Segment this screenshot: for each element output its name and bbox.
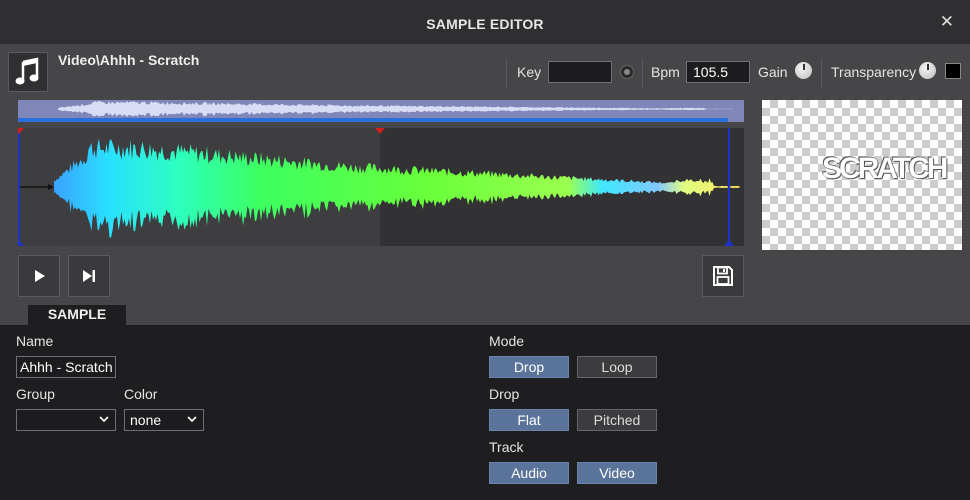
save-button[interactable] <box>702 255 744 297</box>
file-name: Video\Ahhh - Scratch <box>58 52 200 68</box>
chevron-down-icon <box>99 416 109 423</box>
mode-drop-button[interactable]: Drop <box>489 356 569 378</box>
color-value: none <box>130 412 162 428</box>
separator <box>506 58 507 88</box>
transparency-knob[interactable] <box>919 62 936 79</box>
gain-label: Gain <box>758 64 788 80</box>
separator <box>821 58 822 88</box>
key-detect-button[interactable] <box>620 65 634 79</box>
color-label: Color <box>124 386 158 402</box>
track-video-button[interactable]: Video <box>577 462 657 484</box>
sample-type-button[interactable] <box>8 52 48 92</box>
skip-to-end-button[interactable] <box>68 255 110 297</box>
bpm-input[interactable] <box>686 61 750 83</box>
video-preview: SCRATCH <box>762 100 962 250</box>
group-label: Group <box>16 386 55 402</box>
mode-loop-button[interactable]: Loop <box>577 356 657 378</box>
color-select[interactable]: none <box>124 409 204 431</box>
window-title: SAMPLE EDITOR <box>426 16 544 32</box>
key-input[interactable] <box>548 61 612 83</box>
chevron-down-icon <box>187 416 197 423</box>
waveform-overview[interactable] <box>18 100 744 122</box>
dot-icon <box>624 69 630 75</box>
key-label: Key <box>517 64 542 80</box>
drop-flat-button[interactable]: Flat <box>489 409 569 431</box>
transparency-color-swatch[interactable] <box>945 63 961 79</box>
title-bar: SAMPLE EDITOR ✕ <box>0 0 970 44</box>
transparency-label: Transparency <box>831 64 917 80</box>
drop-label: Drop <box>489 386 520 402</box>
mode-label: Mode <box>489 333 525 349</box>
name-input[interactable] <box>16 356 116 378</box>
drop-pitched-button[interactable]: Pitched <box>577 409 657 431</box>
separator <box>642 58 643 88</box>
close-icon[interactable]: ✕ <box>940 13 954 30</box>
music-note-icon <box>15 57 39 85</box>
tab-sample[interactable]: SAMPLE <box>28 305 126 325</box>
play-icon <box>35 270 45 282</box>
overview-position-bar <box>18 118 728 122</box>
gain-knob[interactable] <box>795 62 812 79</box>
play-button[interactable] <box>18 255 60 297</box>
save-icon <box>713 266 733 286</box>
bpm-label: Bpm <box>651 64 680 80</box>
waveform-graphic <box>18 128 740 246</box>
group-select[interactable] <box>16 409 116 431</box>
skip-to-end-icon <box>83 270 95 282</box>
name-label: Name <box>16 333 54 349</box>
track-label: Track <box>489 439 524 455</box>
waveform-editor[interactable] <box>18 128 744 246</box>
preview-logo: SCRATCH <box>822 152 948 185</box>
track-audio-button[interactable]: Audio <box>489 462 569 484</box>
